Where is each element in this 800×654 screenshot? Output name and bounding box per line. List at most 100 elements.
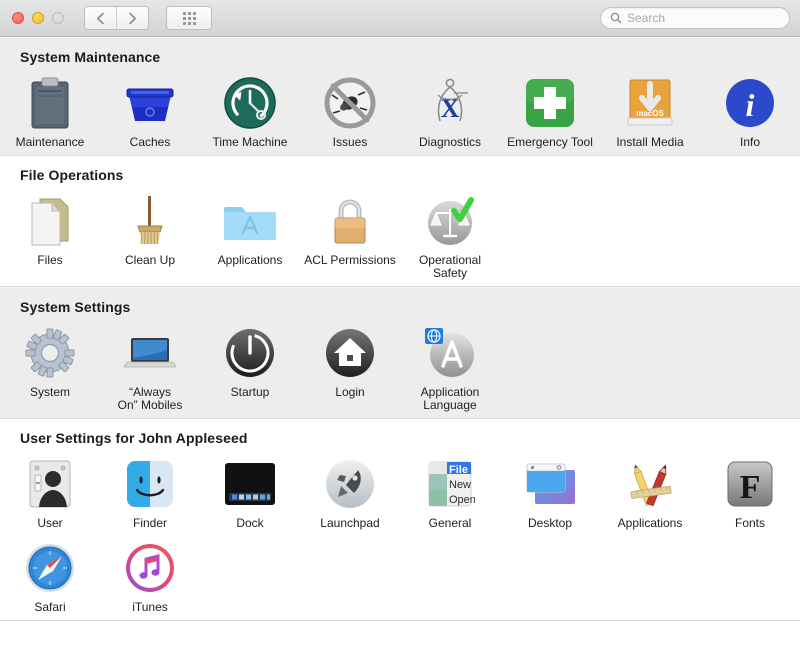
- laptop-icon: [122, 325, 178, 381]
- tool-safari[interactable]: Safari: [0, 536, 100, 620]
- launchpad-icon: [322, 456, 378, 512]
- tool-applications-folder[interactable]: Applications: [200, 189, 300, 286]
- home-icon: [322, 325, 378, 381]
- tool-system[interactable]: System: [0, 321, 100, 418]
- broom-icon: [122, 193, 178, 249]
- fonts-icon: F: [722, 456, 778, 512]
- tool-label: Login: [335, 386, 364, 399]
- tool-maintenance[interactable]: Maintenance: [0, 71, 100, 155]
- tool-always-on-mobiles[interactable]: “Always On” Mobiles: [100, 321, 200, 418]
- search-icon: [610, 12, 622, 24]
- section-system-settings: System Settings: [0, 287, 800, 419]
- svg-text:File: File: [449, 464, 468, 476]
- tool-login[interactable]: Login: [300, 321, 400, 418]
- section-title: System Maintenance: [0, 38, 800, 65]
- search-input[interactable]: [627, 11, 777, 25]
- forward-button[interactable]: [116, 7, 148, 29]
- tool-info[interactable]: i Info: [700, 71, 800, 155]
- tool-user[interactable]: User: [0, 452, 100, 536]
- tool-label: Safari: [34, 601, 65, 614]
- tool-label: Diagnostics: [419, 136, 481, 149]
- finder-icon: [122, 456, 178, 512]
- tool-operational-safety[interactable]: Operational Safety: [400, 189, 500, 286]
- all-tools-button[interactable]: [166, 6, 212, 30]
- minimize-button[interactable]: [32, 12, 44, 24]
- gear-icon: [22, 325, 78, 381]
- tool-label: Files: [37, 254, 62, 267]
- tool-label: Applications: [218, 254, 283, 267]
- tool-label: Maintenance: [16, 136, 85, 149]
- search-field[interactable]: [600, 7, 790, 29]
- tool-label: Dock: [236, 517, 263, 530]
- no-bug-icon: [322, 75, 378, 131]
- tool-clean-up[interactable]: Clean Up: [100, 189, 200, 286]
- section-title: File Operations: [0, 156, 800, 183]
- tool-label: iTunes: [132, 601, 168, 614]
- section-items: User Finder: [0, 446, 800, 620]
- app-window: System Maintenance Maintenance: [0, 0, 800, 654]
- tool-applications-tools[interactable]: Applications: [600, 452, 700, 536]
- tool-time-machine[interactable]: Time Machine: [200, 71, 300, 155]
- time-machine-icon: [222, 75, 278, 131]
- close-button[interactable]: [12, 12, 24, 24]
- tool-files[interactable]: Files: [0, 189, 100, 286]
- bin-icon: [122, 75, 178, 131]
- tool-issues[interactable]: Issues: [300, 71, 400, 155]
- dock-icon: [222, 456, 278, 512]
- tool-fonts[interactable]: F Fonts: [700, 452, 800, 536]
- tool-label: Install Media: [616, 136, 683, 149]
- section-items: Files: [0, 183, 800, 286]
- tool-label: Time Machine: [213, 136, 288, 149]
- scales-check-icon: [422, 193, 478, 249]
- tool-launchpad[interactable]: Launchpad: [300, 452, 400, 536]
- titlebar: [0, 0, 800, 37]
- navigation-buttons: [84, 6, 149, 30]
- applications-folder-icon: [222, 193, 278, 249]
- tool-label: “Always On” Mobiles: [118, 386, 183, 412]
- tool-install-media[interactable]: macOS Install Media: [600, 71, 700, 155]
- tool-label: System: [30, 386, 70, 399]
- tool-label: Fonts: [735, 517, 765, 530]
- tool-label: Operational Safety: [419, 254, 481, 280]
- tool-caches[interactable]: Caches: [100, 71, 200, 155]
- install-media-icon: macOS: [622, 75, 678, 131]
- tool-label: Clean Up: [125, 254, 175, 267]
- safari-icon: [22, 540, 78, 596]
- tool-label: Issues: [333, 136, 368, 149]
- tool-acl-permissions[interactable]: ACL Permissions: [300, 189, 400, 286]
- chevron-left-icon: [96, 12, 105, 25]
- tool-label-line1: Application: [421, 385, 480, 399]
- section-user-settings: User Settings for John Appleseed: [0, 419, 800, 621]
- tool-finder[interactable]: Finder: [100, 452, 200, 536]
- chevron-right-icon: [128, 12, 137, 25]
- tool-label: Finder: [133, 517, 167, 530]
- svg-text:New: New: [449, 479, 471, 491]
- tool-label-line2: On” Mobiles: [118, 399, 183, 412]
- svg-text:X: X: [441, 94, 460, 123]
- tool-label: Applications: [618, 517, 683, 530]
- section-items: System “Always On” Mobiles: [0, 315, 800, 418]
- tool-application-language[interactable]: Application Language: [400, 321, 500, 418]
- applications-tools-icon: [622, 456, 678, 512]
- tool-label-line1: “Always: [129, 385, 171, 399]
- tool-label: General: [429, 517, 472, 530]
- zoom-button[interactable]: [52, 12, 64, 24]
- tool-startup[interactable]: Startup: [200, 321, 300, 418]
- tool-general[interactable]: File New Open General: [400, 452, 500, 536]
- tool-grid-content: System Maintenance Maintenance: [0, 37, 800, 654]
- first-aid-icon: [522, 75, 578, 131]
- padlock-icon: [322, 193, 378, 249]
- tool-diagnostics[interactable]: X Diagnostics: [400, 71, 500, 155]
- tool-dock[interactable]: Dock: [200, 452, 300, 536]
- tool-emergency[interactable]: Emergency Tool: [500, 71, 600, 155]
- tool-label: User: [37, 517, 62, 530]
- section-items: Maintenance Caches: [0, 65, 800, 155]
- tool-desktop[interactable]: Desktop: [500, 452, 600, 536]
- tool-label: Caches: [130, 136, 171, 149]
- section-system-maintenance: System Maintenance Maintenance: [0, 37, 800, 156]
- app-language-icon: [422, 325, 478, 381]
- back-button[interactable]: [85, 7, 116, 29]
- tool-label: Application Language: [421, 386, 480, 412]
- tool-itunes[interactable]: iTunes: [100, 536, 200, 620]
- tool-label: Launchpad: [320, 517, 379, 530]
